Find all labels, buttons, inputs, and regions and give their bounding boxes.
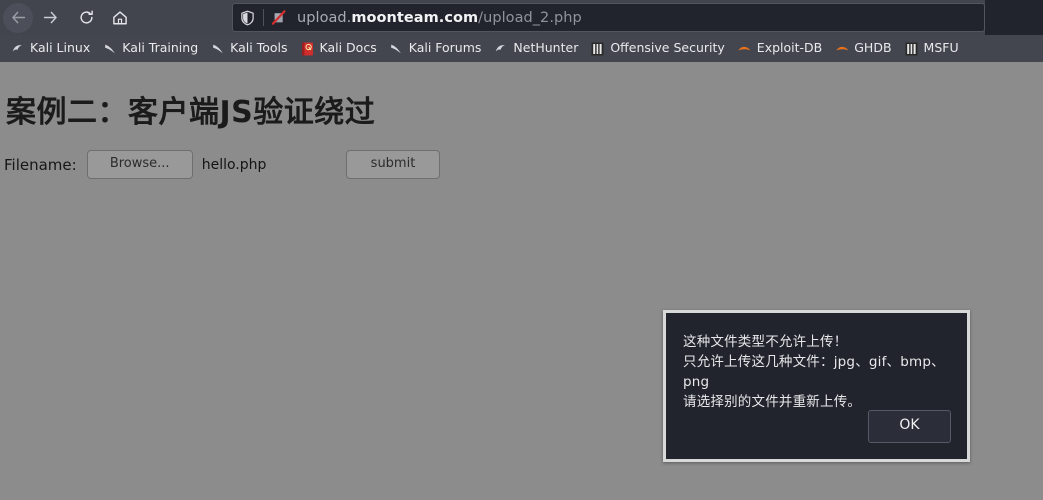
- exploit-db-icon: [834, 41, 849, 56]
- alert-ok-button[interactable]: OK: [868, 410, 951, 443]
- selected-filename-text: hello.php: [201, 156, 267, 173]
- url-text: upload.moonteam.com/upload_2.php: [297, 10, 582, 26]
- tracking-protection-off-icon[interactable]: [271, 9, 287, 26]
- forward-button[interactable]: [35, 3, 65, 33]
- bookmark-nethunter[interactable]: NetHunter: [488, 38, 583, 60]
- bookmark-kali-training[interactable]: Kali Training: [97, 38, 203, 60]
- bookmark-label: Kali Docs: [319, 40, 377, 56]
- urlbar-separator: [263, 9, 264, 26]
- offensive-security-icon: [904, 41, 919, 56]
- bookmark-label: Kali Training: [122, 40, 199, 56]
- arrow-left-icon: [11, 11, 25, 24]
- url-domain: moonteam.com: [351, 9, 479, 26]
- kali-dragon-tail-icon: [389, 41, 404, 56]
- arrow-right-icon: [43, 11, 57, 24]
- address-bar[interactable]: upload.moonteam.com/upload_2.php: [232, 3, 985, 32]
- shield-icon-glyph: [241, 10, 254, 25]
- shield-icon[interactable]: [240, 10, 255, 26]
- bookmark-label: Kali Forums: [408, 40, 482, 56]
- reload-button[interactable]: [71, 3, 101, 33]
- kali-dragon-tail-icon: [102, 41, 117, 56]
- bookmark-kali-docs[interactable]: Kali Docs: [295, 38, 382, 60]
- page-content: 案例二：客户端JS验证绕过 Filename: Browse... hello.…: [0, 62, 1043, 500]
- kali-dragon-icon: [10, 41, 25, 56]
- bookmark-label: Kali Tools: [230, 40, 288, 56]
- back-button[interactable]: [3, 2, 33, 33]
- bookmark-kali-linux[interactable]: Kali Linux: [5, 38, 95, 60]
- browse-button[interactable]: Browse...: [86, 150, 193, 179]
- alert-dialog: 这种文件类型不允许上传！ 只允许上传这几种文件：jpg、gif、bmp、png …: [663, 310, 970, 462]
- bookmarks-bar: Kali Linux Kali Training Kali Tools Kali…: [0, 35, 1043, 62]
- home-button[interactable]: [105, 3, 135, 33]
- browser-chrome: upload.moonteam.com/upload_2.php Kali Li…: [0, 0, 1043, 62]
- tracking-protection-off-icon-glyph: [271, 10, 286, 25]
- bookmark-kali-forums[interactable]: Kali Forums: [384, 38, 487, 60]
- bookmark-label: Exploit-DB: [756, 40, 823, 56]
- bookmark-msfu[interactable]: MSFU: [899, 38, 964, 60]
- reload-icon: [79, 10, 93, 24]
- bookmark-label: GHDB: [854, 40, 892, 56]
- alert-message-text: 这种文件类型不允许上传！ 只允许上传这几种文件：jpg、gif、bmp、png …: [683, 334, 945, 410]
- bookmark-kali-tools[interactable]: Kali Tools: [205, 38, 292, 60]
- kali-docs-book-icon: [300, 41, 315, 56]
- toolbar-right-fill: [985, 0, 1043, 35]
- bookmark-label: Kali Linux: [30, 40, 91, 56]
- bookmark-label: NetHunter: [513, 40, 579, 56]
- kali-dragon-icon: [493, 41, 508, 56]
- bookmark-exploit-db[interactable]: Exploit-DB: [732, 38, 827, 60]
- bookmark-label: Offensive Security: [610, 40, 725, 56]
- page-title: 案例二：客户端JS验证绕过: [6, 95, 376, 130]
- url-path: /upload_2.php: [478, 9, 582, 26]
- home-icon: [113, 10, 127, 24]
- filename-label: Filename:: [4, 155, 77, 174]
- offensive-security-icon: [590, 41, 605, 56]
- bookmark-label: MSFU: [923, 40, 959, 56]
- kali-dragon-tail-icon: [210, 41, 225, 56]
- submit-button[interactable]: submit: [346, 150, 440, 179]
- bookmark-offensive-security[interactable]: Offensive Security: [585, 38, 729, 60]
- navigation-toolbar: upload.moonteam.com/upload_2.php: [0, 0, 1043, 35]
- upload-form: Filename: Browse... hello.php submit: [4, 150, 440, 179]
- url-prefix: upload.: [297, 9, 352, 26]
- bookmark-ghdb[interactable]: GHDB: [829, 38, 896, 60]
- exploit-db-icon: [737, 41, 752, 56]
